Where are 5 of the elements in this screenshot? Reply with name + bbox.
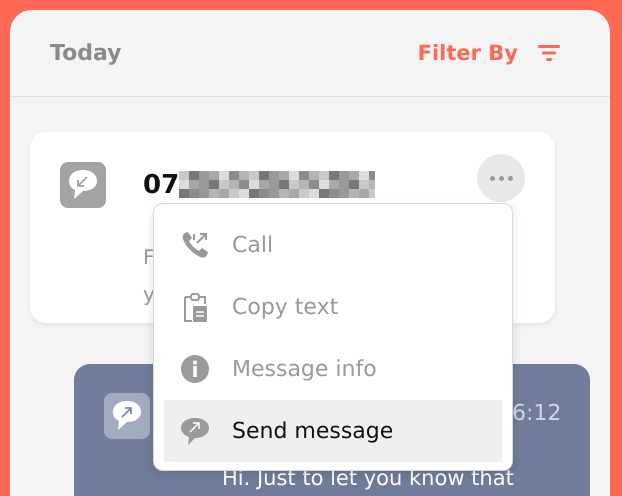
message-time: 6:12 [512,401,560,426]
section-title: Today [50,40,122,66]
message-text: y [143,280,155,308]
message-text: F [143,244,155,270]
sender-number: 07 [143,170,180,200]
